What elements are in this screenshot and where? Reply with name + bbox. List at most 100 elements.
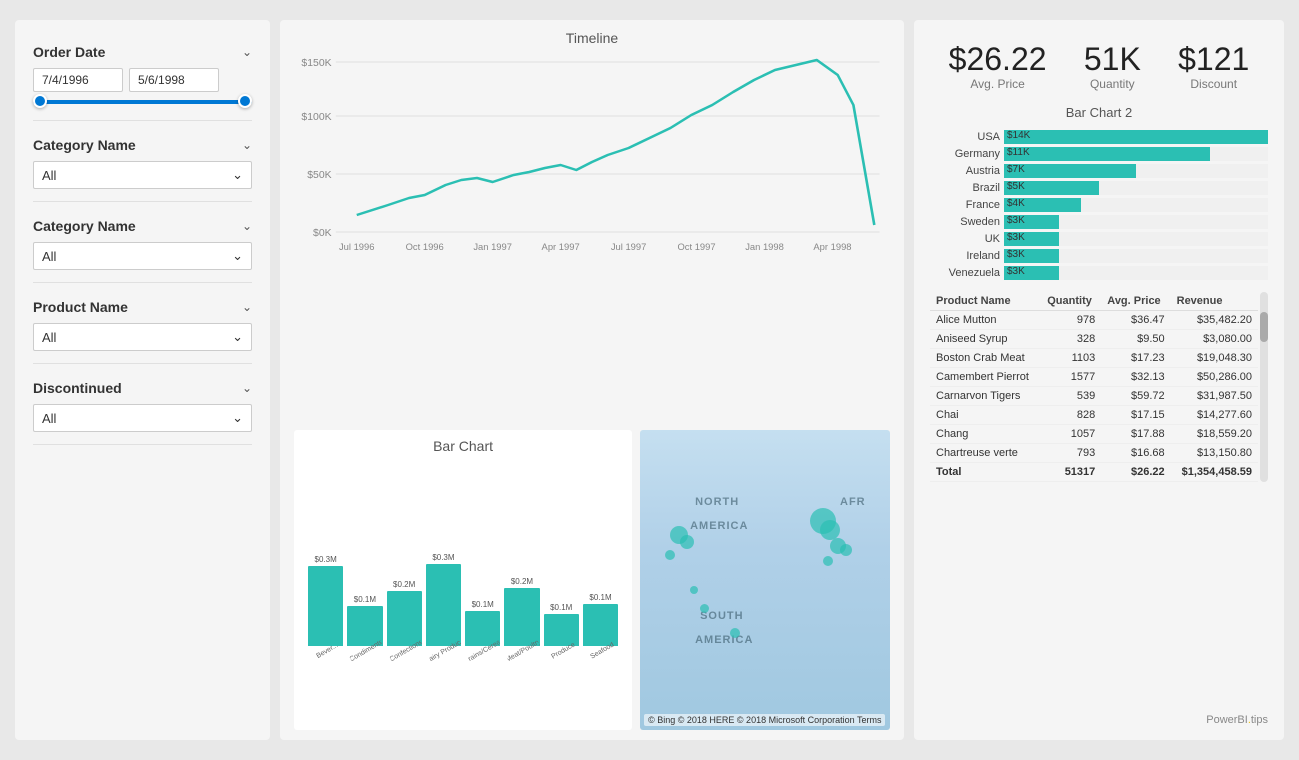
bar2-track-7: $3K	[1004, 249, 1268, 263]
bar2-row-6[interactable]: UK$3K	[930, 232, 1268, 246]
bar2-row-4[interactable]: France $4K	[930, 198, 1268, 212]
category1-filter: Category Name ⌄ All ⌄	[33, 121, 252, 202]
date-to[interactable]: 5/6/1998	[129, 68, 219, 92]
discontinued-filter: Discontinued ⌄ All ⌄	[33, 364, 252, 445]
timeline-chart[interactable]: $150K $100K $50K $0K Jul 1996 Oct 1996 J…	[294, 50, 890, 270]
bar2-label-0: USA	[930, 131, 1000, 143]
bar2-fill-5: $3K	[1004, 215, 1059, 229]
bar-chart[interactable]: $0.3M$0.1M$0.2M$0.3M$0.1M$0.2M$0.1M$0.1M…	[304, 458, 622, 688]
category2-chevron-icon[interactable]: ⌄	[242, 219, 252, 233]
bar2-track-0: $14K	[1004, 130, 1268, 144]
bar2-label-1: Germany	[930, 148, 1000, 160]
bar-item-1[interactable]: $0.1M	[347, 595, 382, 646]
kpi-quantity: 51K Quantity	[1084, 42, 1141, 91]
product-filter: Product Name ⌄ All ⌄	[33, 283, 252, 364]
col-quantity[interactable]: Quantity	[1041, 292, 1101, 311]
bar2-value-7: $3K	[1004, 249, 1059, 260]
table-cell-0-1: 978	[1041, 311, 1101, 330]
bar2-row-5[interactable]: Sweden$3K	[930, 215, 1268, 229]
bar2-value-8: $3K	[1004, 266, 1059, 277]
table-cell-4-1: 539	[1041, 387, 1101, 406]
bar-value-7: $0.1M	[589, 593, 611, 602]
category1-value: All	[42, 168, 56, 183]
bar-item-5[interactable]: $0.2M	[504, 577, 539, 646]
table-cell-4-0: Carnarvon Tigers	[930, 387, 1041, 406]
bar2-value-4: $4K	[1004, 198, 1081, 209]
table-cell-0-2: $36.47	[1101, 311, 1170, 330]
bar2-label-7: Ireland	[930, 250, 1000, 262]
table-row-4: Carnarvon Tigers539$59.72$31,987.50	[930, 387, 1258, 406]
total-label: Total	[930, 463, 1041, 482]
col-product-name[interactable]: Product Name	[930, 292, 1041, 311]
bar-x-labels: Bever...CondimentsConfectionsDairy Produ…	[304, 648, 622, 688]
discontinued-chevron-icon[interactable]: ⌄	[242, 381, 252, 395]
bar-item-7[interactable]: $0.1M	[583, 593, 618, 646]
total-avg-price: $26.22	[1101, 463, 1170, 482]
svg-text:Jan 1997: Jan 1997	[473, 242, 512, 252]
map-background	[640, 430, 890, 730]
table-cell-1-1: 328	[1041, 330, 1101, 349]
svg-text:Jan 1998: Jan 1998	[745, 242, 784, 252]
kpi-row: $26.22 Avg. Price 51K Quantity $121 Disc…	[930, 32, 1268, 97]
kpi-quantity-label: Quantity	[1084, 77, 1141, 91]
bar-xlabel-3: Dairy Products	[428, 639, 479, 691]
map-dot-9	[840, 544, 852, 556]
scroll-thumb[interactable]	[1260, 312, 1268, 342]
table-cell-1-3: $3,080.00	[1171, 330, 1258, 349]
timeline-section: Timeline $150K $100K $50K $0K Jul 1996 O…	[294, 30, 890, 422]
discontinued-label: Discontinued	[33, 380, 122, 396]
bar-item-3[interactable]: $0.3M	[426, 553, 461, 646]
bar2-track-8: $3K	[1004, 266, 1268, 280]
bar-item-4[interactable]: $0.1M	[465, 600, 500, 646]
bar2-row-7[interactable]: Ireland $3K	[930, 249, 1268, 263]
discontinued-dropdown[interactable]: All ⌄	[33, 404, 252, 432]
category1-header[interactable]: Category Name ⌄	[33, 137, 252, 153]
timeline-title: Timeline	[294, 30, 890, 46]
date-slider-track[interactable]	[33, 100, 252, 104]
kpi-avg-price: $26.22 Avg. Price	[949, 42, 1047, 91]
kpi-discount-label: Discount	[1178, 77, 1249, 91]
category1-dropdown[interactable]: All ⌄	[33, 161, 252, 189]
table-cell-1-0: Aniseed Syrup	[930, 330, 1041, 349]
product-header[interactable]: Product Name ⌄	[33, 299, 252, 315]
bar2-row-1[interactable]: Germany$11K	[930, 147, 1268, 161]
bar-item-2[interactable]: $0.2M	[387, 580, 422, 646]
bar2-row-0[interactable]: USA $14K	[930, 130, 1268, 144]
product-dropdown[interactable]: All ⌄	[33, 323, 252, 351]
slider-thumb-left[interactable]	[33, 94, 47, 108]
bar-value-3: $0.3M	[432, 553, 454, 562]
category2-dropdown[interactable]: All ⌄	[33, 242, 252, 270]
col-avg-price[interactable]: Avg. Price	[1101, 292, 1170, 311]
slider-fill	[33, 100, 252, 104]
table-scrollbar[interactable]	[1260, 292, 1268, 482]
product-value: All	[42, 330, 56, 345]
product-chevron-icon[interactable]: ⌄	[242, 300, 252, 314]
bar2-row-8[interactable]: Venezuela$3K	[930, 266, 1268, 280]
category1-chevron-icon[interactable]: ⌄	[242, 138, 252, 152]
order-date-filter: Order Date ⌄ 7/4/1996 5/6/1998	[33, 40, 252, 121]
order-date-header[interactable]: Order Date ⌄	[33, 44, 252, 60]
svg-text:Jul 1996: Jul 1996	[339, 242, 375, 252]
bar-rect-2	[387, 591, 422, 646]
bar-item-0[interactable]: $0.3M	[308, 555, 343, 646]
category2-header[interactable]: Category Name ⌄	[33, 218, 252, 234]
col-revenue[interactable]: Revenue	[1171, 292, 1258, 311]
bar2-track-5: $3K	[1004, 215, 1268, 229]
slider-thumb-right[interactable]	[238, 94, 252, 108]
kpi-discount-value: $121	[1178, 42, 1249, 77]
bar2-row-2[interactable]: Austria$7K	[930, 164, 1268, 178]
date-from[interactable]: 7/4/1996	[33, 68, 123, 92]
discontinued-header[interactable]: Discontinued ⌄	[33, 380, 252, 396]
bar2-row-3[interactable]: Brazil$5K	[930, 181, 1268, 195]
table-wrap[interactable]: Product Name Quantity Avg. Price Revenue…	[930, 292, 1258, 482]
table-row-0: Alice Mutton978$36.47$35,482.20	[930, 311, 1258, 330]
bar2-track-3: $5K	[1004, 181, 1268, 195]
bar-chart-title: Bar Chart	[304, 438, 622, 454]
table-total-row: Total 51317 $26.22 $1,354,458.59	[930, 463, 1258, 482]
table-row-1: Aniseed Syrup328$9.50$3,080.00	[930, 330, 1258, 349]
map-section[interactable]: NORTH AMERICA SOUTH AMERICA AFR © Bing ©…	[640, 430, 890, 730]
bar2-label-4: France	[930, 199, 1000, 211]
order-date-chevron-icon[interactable]: ⌄	[242, 45, 252, 59]
map-dot-2	[680, 535, 694, 549]
table-cell-7-2: $16.68	[1101, 444, 1170, 463]
